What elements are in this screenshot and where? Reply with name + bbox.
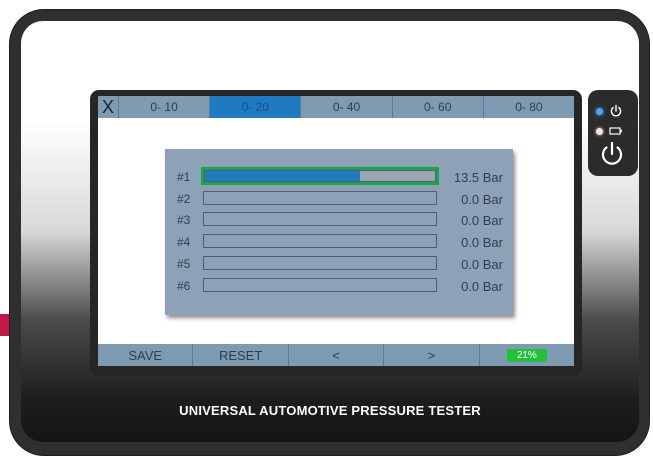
battery-level-badge: 21% <box>506 348 547 362</box>
save-button[interactable]: SAVE <box>98 344 194 366</box>
sensor-label: #3 <box>177 213 191 227</box>
battery-status: 21% <box>480 344 574 366</box>
sensor-label: #6 <box>177 279 191 293</box>
previous-button[interactable]: < <box>289 344 385 366</box>
tab-range-0-40[interactable]: 0- 40 <box>301 96 393 118</box>
range-tab-bar: X 0- 10 0- 20 0- 40 0- 60 0- 80 <box>98 96 574 118</box>
sensor-row-1[interactable]: #1 13.5 Bar <box>165 167 513 186</box>
sensor-row-6[interactable]: #6 0.0 Bar <box>165 277 513 295</box>
sensor-label: #4 <box>177 235 191 249</box>
device-title: UNIVERSAL AUTOMOTIVE PRESSURE TESTER <box>179 403 481 418</box>
pressure-bar <box>203 212 437 226</box>
power-icon <box>610 104 622 117</box>
pressure-bar <box>203 234 437 248</box>
pressure-bar-track <box>204 170 436 182</box>
pressure-bar <box>203 278 437 292</box>
sensor-row-4[interactable]: #4 0.0 Bar <box>165 233 513 251</box>
power-led <box>596 107 603 115</box>
sensor-value: 0.0 Bar <box>461 192 503 207</box>
sensor-label: #1 <box>177 170 191 184</box>
battery-led <box>596 127 603 135</box>
sensor-value: 0.0 Bar <box>461 235 503 250</box>
display-screen: X 0- 10 0- 20 0- 40 0- 60 0- 80 #1 13.5 … <box>98 96 574 366</box>
sensor-row-2[interactable]: #2 0.0 Bar <box>165 190 513 208</box>
sensor-label: #5 <box>177 257 191 271</box>
pressure-bar-fill <box>205 171 361 181</box>
sensor-row-5[interactable]: #5 0.0 Bar <box>165 255 513 273</box>
tab-range-0-20[interactable]: 0- 20 <box>210 96 302 118</box>
tab-range-0-10[interactable]: 0- 10 <box>119 96 211 118</box>
next-button[interactable]: > <box>384 344 480 366</box>
sensor-value: 0.0 Bar <box>461 257 503 272</box>
sensor-value: 0.0 Bar <box>461 213 503 228</box>
tab-range-0-80[interactable]: 0- 80 <box>483 96 574 118</box>
sensor-value: 0.0 Bar <box>461 279 503 294</box>
reset-button[interactable]: RESET <box>193 344 289 366</box>
sensor-row-3[interactable]: #3 0.0 Bar <box>165 211 513 229</box>
sensor-panel: #1 13.5 Bar #2 0.0 Bar #3 0.0 Bar #4 0.0… <box>165 149 513 315</box>
bottom-action-bar: SAVE RESET < > 21% <box>98 344 574 366</box>
sensor-label: #2 <box>177 192 191 206</box>
pressure-bar <box>203 256 437 270</box>
power-button-icon[interactable] <box>598 140 626 168</box>
side-control-panel <box>588 90 638 176</box>
close-button[interactable]: X <box>98 96 119 118</box>
battery-icon <box>609 127 622 135</box>
pressure-bar <box>201 167 439 185</box>
pressure-bar <box>203 191 437 205</box>
battery-indicator-row <box>596 124 623 138</box>
sensor-value: 13.5 Bar <box>453 170 503 185</box>
tab-range-0-60[interactable]: 0- 60 <box>392 96 484 118</box>
power-indicator-row <box>596 104 623 118</box>
